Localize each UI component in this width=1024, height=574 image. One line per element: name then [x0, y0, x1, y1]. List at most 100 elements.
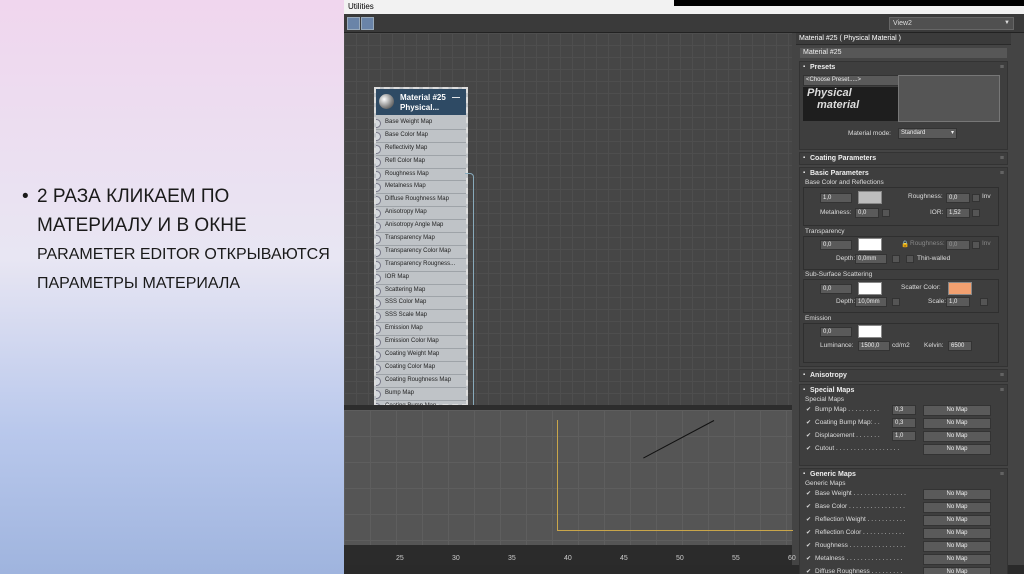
collapse-icon[interactable]: — [452, 93, 460, 102]
view-select[interactable]: View2 ▼ [889, 17, 1014, 30]
node-slot[interactable]: Base Weight Map [376, 117, 466, 130]
grip-icon: ≡ [999, 170, 1004, 177]
node-slot[interactable]: Transparency Rougness... [376, 259, 466, 272]
transparency-label: Transparency [805, 228, 845, 235]
node-slot[interactable]: Transparency Map [376, 233, 466, 246]
no-map-button[interactable]: No Map [923, 489, 991, 500]
trans-roughness-spinner[interactable]: 0,0 [946, 240, 970, 250]
preset-list[interactable] [898, 75, 1000, 122]
thin-walled-label: Thin-walled [917, 255, 951, 262]
map-amount-spinner[interactable]: 1,0 [892, 431, 916, 441]
base-color-refl-label: Base Color and Reflections [805, 179, 884, 186]
map-enable-checkbox[interactable]: ✔ [806, 503, 811, 510]
basic-header[interactable]: Basic Parameters ≡ [800, 168, 1007, 179]
map-enable-checkbox[interactable]: ✔ [806, 529, 811, 536]
lock-icon[interactable]: 🔒 [901, 240, 909, 248]
map-enable-checkbox[interactable]: ✔ [806, 445, 811, 452]
node-slot[interactable]: Coating Weight Map [376, 349, 466, 362]
luminance-spinner[interactable]: 1500,0 [858, 341, 890, 351]
no-map-button[interactable]: No Map [923, 554, 991, 565]
node-slot[interactable]: Refl Color Map [376, 156, 466, 169]
node-slot[interactable]: Scattering Map [376, 285, 466, 298]
node-slot[interactable]: Anisotropy Map [376, 207, 466, 221]
presets-header[interactable]: Presets ≡ [800, 62, 1007, 73]
ruler-tick-label: 45 [620, 555, 628, 562]
sss-color-swatch[interactable] [858, 282, 882, 295]
no-map-button[interactable]: No Map [923, 541, 991, 552]
depth-spinner[interactable]: 0,0mm [855, 254, 887, 264]
trans-inv-checkbox[interactable] [972, 241, 980, 249]
sss-spinner[interactable]: 0,0 [820, 284, 852, 294]
anisotropy-rollout[interactable]: Anisotropy ≡ [799, 369, 1008, 382]
metalness-map-checkbox[interactable] [882, 209, 890, 217]
base-weight-spinner[interactable]: 1,0 [820, 193, 852, 203]
map-enable-checkbox[interactable]: ✔ [806, 555, 811, 562]
node-slot[interactable]: Coating Roughness Map [376, 375, 466, 388]
node-header[interactable]: Material #25 Physical... — [376, 89, 466, 115]
emission-color-swatch[interactable] [858, 325, 882, 338]
map-enable-checkbox[interactable]: ✔ [806, 406, 811, 413]
ruler-tick-label: 55 [732, 555, 740, 562]
inv-label: Inv [982, 193, 991, 200]
no-map-button[interactable]: No Map [923, 418, 991, 429]
ior-map-checkbox[interactable] [972, 209, 980, 217]
map-enable-checkbox[interactable]: ✔ [806, 419, 811, 426]
node-slot[interactable]: Anisotropy Angle Map [376, 220, 466, 234]
map-amount-spinner[interactable]: 0,3 [892, 418, 916, 428]
metalness-spinner[interactable]: 0,0 [855, 208, 879, 218]
no-map-button[interactable]: No Map [923, 567, 991, 574]
layout-icon[interactable] [361, 17, 374, 30]
anisotropy-header[interactable]: Anisotropy ≡ [800, 370, 1007, 381]
material-mode-select[interactable]: Standard ▾ [898, 128, 957, 139]
sss-depth-map-checkbox[interactable] [892, 298, 900, 306]
map-enable-checkbox[interactable]: ✔ [806, 432, 811, 439]
base-color-swatch[interactable] [858, 191, 882, 204]
node-slot[interactable]: Emission Color Map [376, 336, 466, 350]
ior-spinner[interactable]: 1,52 [946, 208, 970, 218]
choose-preset-dropdown[interactable]: <Choose Preset.....> [803, 75, 899, 86]
node-slot[interactable]: Bump Map [376, 388, 466, 401]
emission-spinner[interactable]: 0,0 [820, 327, 852, 337]
node-slot[interactable]: Transparency Color Map [376, 246, 466, 259]
thin-walled-checkbox[interactable] [906, 255, 914, 263]
node-slot[interactable]: Coating Color Map [376, 362, 466, 375]
node-slot[interactable]: Base Color Map [376, 130, 466, 143]
transparency-color-swatch[interactable] [858, 238, 882, 251]
no-map-button[interactable]: No Map [923, 528, 991, 539]
node-slot[interactable]: IOR Map [376, 272, 466, 285]
generic-header[interactable]: Generic Maps ≡ [800, 469, 1007, 480]
roughness-spinner[interactable]: 0,0 [946, 193, 970, 203]
select-icon[interactable] [347, 17, 360, 30]
timeline-ruler[interactable]: 25 30 35 40 45 50 55 60 [344, 545, 796, 565]
roughness-inv-checkbox[interactable] [972, 194, 980, 202]
sss-depth-spinner[interactable]: 10,0mm [855, 297, 887, 307]
map-enable-checkbox[interactable]: ✔ [806, 542, 811, 549]
special-header[interactable]: Special Maps ≡ [800, 385, 1007, 396]
map-enable-checkbox[interactable]: ✔ [806, 516, 811, 523]
scatter-color-swatch[interactable] [948, 282, 972, 295]
node-slot[interactable]: Metalness Map [376, 181, 466, 195]
no-map-button[interactable]: No Map [923, 405, 991, 416]
node-slot[interactable]: SSS Scale Map [376, 310, 466, 324]
map-amount-spinner[interactable]: 0,3 [892, 405, 916, 415]
node-slot[interactable]: Reflectivity Map [376, 143, 466, 156]
material-node[interactable]: Material #25 Physical... — Base Weight M… [374, 87, 474, 427]
coating-header[interactable]: Coating Parameters ≡ [800, 153, 1007, 164]
scale-spinner[interactable]: 1,0 [946, 297, 970, 307]
node-slot[interactable]: Emission Map [376, 323, 466, 337]
depth-map-checkbox[interactable] [892, 255, 900, 263]
no-map-button[interactable]: No Map [923, 502, 991, 513]
node-slot[interactable]: Diffuse Roughness Map [376, 194, 466, 208]
no-map-button[interactable]: No Map [923, 515, 991, 526]
coating-rollout[interactable]: Coating Parameters ≡ [799, 152, 1008, 165]
no-map-button[interactable]: No Map [923, 444, 991, 455]
map-enable-checkbox[interactable]: ✔ [806, 490, 811, 497]
no-map-button[interactable]: No Map [923, 431, 991, 442]
node-slot[interactable]: SSS Color Map [376, 297, 466, 311]
material-name-field[interactable]: Material #25 [800, 48, 1007, 58]
map-enable-checkbox[interactable]: ✔ [806, 568, 811, 574]
transparency-spinner[interactable]: 0,0 [820, 240, 852, 250]
scale-map-checkbox[interactable] [980, 298, 988, 306]
kelvin-spinner[interactable]: 6500 [948, 341, 972, 351]
node-slot[interactable]: Roughness Map [376, 169, 466, 182]
